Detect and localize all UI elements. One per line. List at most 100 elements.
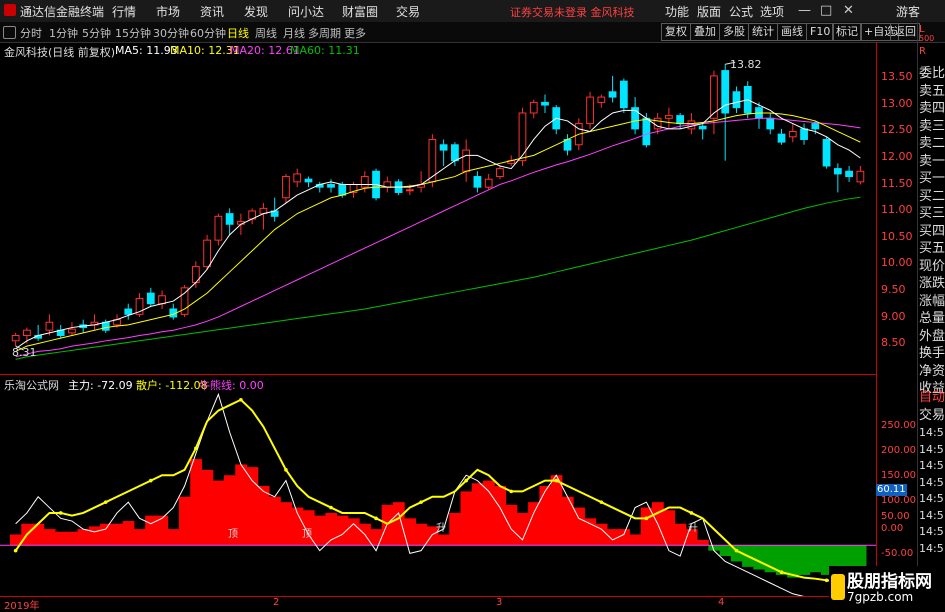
- quote-side-panel: L 500 R 委比 卖五 卖四 卖三 卖二 卖一 买一 买二 买三 买四 买五 现价 涨跌 涨幅 总量 外盘…: [917, 22, 945, 609]
- ind-axis-tick: 0.00: [881, 523, 904, 534]
- app-title: 通达信金融终端: [20, 5, 105, 19]
- period-tick[interactable]: 分时: [20, 25, 42, 41]
- indicator-panel[interactable]: 乐淘公式网 主力: -72.09 散户: -112.08 牛熊线: 0.00 顶…: [0, 374, 876, 597]
- f10-button[interactable]: F10: [806, 23, 835, 41]
- period-1min[interactable]: 1分钟: [49, 25, 78, 41]
- retail-point: [734, 548, 739, 553]
- candle-body: [732, 91, 741, 109]
- menu-layout[interactable]: 版面: [697, 3, 721, 20]
- bull-bear-bar: [246, 467, 259, 546]
- menu-discover[interactable]: 发现: [244, 3, 268, 20]
- stats-button[interactable]: 统计: [748, 23, 778, 41]
- close-icon[interactable]: ✕: [843, 3, 854, 18]
- candle-body: [462, 149, 471, 172]
- retail-point: [58, 511, 63, 515]
- back-button[interactable]: 返回: [890, 23, 920, 41]
- quote-field-label: 卖三: [919, 118, 945, 134]
- signal-top-1: 顶: [228, 529, 238, 540]
- bull-bear-bar: [257, 486, 270, 546]
- axis-tick: 12.00: [881, 150, 913, 163]
- tick-time-label: 14:5: [919, 541, 944, 555]
- retail-point: [13, 548, 18, 553]
- trade-label[interactable]: 交易: [919, 404, 945, 423]
- app-logo-icon: [4, 4, 16, 16]
- period-5min[interactable]: 5分钟: [82, 25, 111, 41]
- candle-body: [608, 91, 617, 98]
- period-multi[interactable]: 多周期: [308, 25, 341, 41]
- bull-bear-bar: [539, 486, 552, 546]
- candle-body: [45, 321, 54, 331]
- retail-point: [419, 500, 423, 504]
- menu-exchange[interactable]: 市场: [156, 3, 180, 20]
- price-axis: 13.50 13.00 12.50 12.00 11.50 11.00 10.5…: [876, 42, 918, 596]
- ind-axis-tick: 200.00: [881, 445, 916, 456]
- candle-body: [529, 101, 538, 114]
- title-bar: 通达信金融终端 行情 市场 资讯 发现 问小达 财富圈 交易 证券交易未登录 金…: [0, 0, 945, 23]
- menu-wealth[interactable]: 财富圈: [342, 3, 378, 20]
- signal-rise-2: 升: [688, 523, 698, 534]
- signal-top-2: 顶: [302, 529, 312, 540]
- retail-point: [103, 500, 108, 504]
- period-day[interactable]: 日线: [227, 25, 249, 41]
- maximize-icon[interactable]: □: [820, 3, 832, 18]
- auto-label[interactable]: 自动: [919, 386, 945, 405]
- bull-bear-bar: [460, 491, 473, 546]
- candle-body: [338, 184, 347, 196]
- bull-bear-bar: [88, 526, 101, 546]
- candle-body: [282, 176, 290, 199]
- menu-ask[interactable]: 问小达: [288, 3, 324, 20]
- minimize-icon[interactable]: —: [798, 3, 811, 18]
- quote-field-label: 买五: [919, 241, 945, 256]
- bull-bear-bar: [392, 502, 405, 546]
- layout-icon[interactable]: [3, 26, 16, 39]
- period-30min[interactable]: 30分钟: [153, 25, 189, 41]
- menu-options[interactable]: 选项: [760, 3, 784, 20]
- price-chart[interactable]: 金风科技(日线 前复权) MA5: 11.93 MA10: 12.31 MA20…: [0, 42, 876, 374]
- bull-bear-bar: [280, 502, 293, 546]
- candle-body: [225, 213, 234, 225]
- menu-formula[interactable]: 公式: [729, 3, 753, 20]
- period-more[interactable]: 更多: [344, 25, 366, 41]
- watermark-url: 7gpzb.com: [847, 590, 914, 604]
- candle-body: [101, 321, 110, 331]
- candle-body: [665, 115, 673, 119]
- retail-point: [148, 478, 153, 483]
- adjust-button[interactable]: 复权: [661, 23, 691, 41]
- candle-body: [856, 170, 865, 183]
- candle-body: [496, 168, 504, 178]
- axis-tick: 13.00: [881, 97, 913, 110]
- tick-time-label: 14:5: [919, 525, 944, 538]
- menu-market[interactable]: 行情: [112, 3, 136, 20]
- multi-stock-button[interactable]: 多股: [719, 23, 749, 41]
- overlay-button[interactable]: 叠加: [690, 23, 720, 41]
- menu-news[interactable]: 资讯: [200, 3, 224, 20]
- period-week[interactable]: 周线: [255, 25, 277, 41]
- quote-field-label: 涨幅: [919, 293, 945, 309]
- bull-bear-bar: [55, 531, 67, 546]
- candle-body: [833, 168, 842, 175]
- draw-line-button[interactable]: 画线: [777, 23, 807, 41]
- period-60min[interactable]: 60分钟: [190, 25, 226, 41]
- candle-body: [676, 115, 685, 125]
- candle-body: [327, 184, 335, 188]
- bull-bear-bar: [483, 480, 495, 546]
- menu-function[interactable]: 功能: [665, 3, 689, 20]
- menu-trade[interactable]: 交易: [396, 3, 420, 20]
- bull-bear-bar: [77, 529, 90, 546]
- candle-body: [405, 189, 414, 192]
- quote-field-label: 换手: [919, 346, 945, 361]
- candle-body: [360, 176, 369, 188]
- candle-body: [777, 133, 786, 143]
- guest-button[interactable]: 游客: [896, 3, 920, 20]
- candle-body: [541, 101, 549, 106]
- candle-body: [11, 335, 20, 342]
- quote-field-label: 委比: [919, 66, 945, 81]
- period-month[interactable]: 月线: [283, 25, 305, 41]
- mark-button[interactable]: 标记: [832, 23, 862, 41]
- bull-bear-bar: [314, 515, 326, 546]
- date-label: 3: [496, 597, 503, 608]
- price-plot: [11, 61, 865, 360]
- axis-tick: 10.50: [881, 230, 913, 243]
- watermark-logo-icon: [831, 574, 845, 600]
- period-15min[interactable]: 15分钟: [115, 25, 151, 41]
